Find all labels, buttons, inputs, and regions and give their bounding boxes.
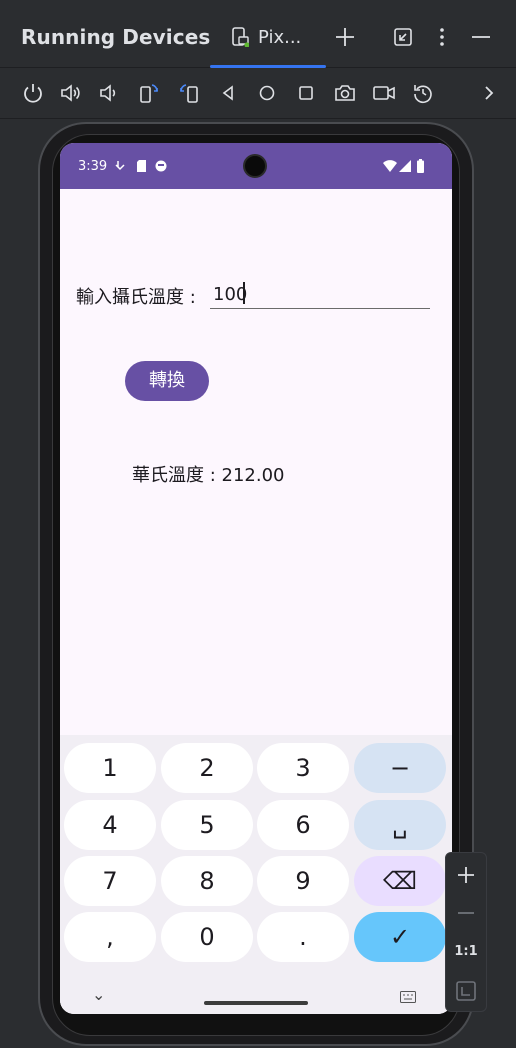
key-comma[interactable]: ,: [64, 912, 156, 962]
zoom-controls: 1:1: [445, 852, 487, 1012]
camera-icon[interactable]: [333, 81, 357, 105]
volume-up-icon[interactable]: [59, 81, 83, 105]
restore-window-icon[interactable]: [391, 25, 415, 49]
converter-app: 輸入攝氏溫度 : 100 轉換 華氏溫度 : 212.00: [60, 189, 452, 735]
key-2[interactable]: 2: [161, 743, 253, 793]
gesture-navbar: ⌄: [60, 979, 452, 1014]
key-5[interactable]: 5: [161, 800, 253, 850]
wifi-icon: [383, 160, 397, 172]
zoom-in-icon[interactable]: [446, 857, 486, 893]
celsius-input-label: 輸入攝氏溫度 :: [76, 287, 196, 308]
tab-pixel-device[interactable]: Pix...: [210, 0, 326, 68]
key-period[interactable]: .: [257, 912, 349, 962]
status-time: 3:39: [78, 159, 108, 174]
key-7[interactable]: 7: [64, 856, 156, 906]
key-done[interactable]: ✓: [354, 912, 446, 962]
window-title: Running Devices: [21, 25, 211, 49]
convert-button[interactable]: 轉換: [125, 361, 209, 401]
key-0[interactable]: 0: [161, 912, 253, 962]
signal-icon: [399, 160, 411, 172]
rotate-left-icon[interactable]: [137, 81, 161, 105]
zoom-out-icon[interactable]: [446, 895, 486, 931]
more-vertical-icon[interactable]: [430, 25, 454, 49]
minimize-icon[interactable]: [469, 25, 493, 49]
status-bar: 3:39: [60, 143, 452, 189]
reset-icon[interactable]: [411, 81, 435, 105]
key-space[interactable]: ␣: [354, 800, 446, 850]
text-cursor: [243, 282, 245, 304]
celsius-input[interactable]: 100: [210, 275, 430, 309]
device-tab-icon: [232, 27, 249, 47]
tab-label: Pix...: [258, 27, 302, 48]
key-1[interactable]: 1: [64, 743, 156, 793]
device-toolbar: [0, 69, 516, 119]
key-backspace[interactable]: ⌫: [354, 856, 446, 906]
chevron-right-icon[interactable]: [477, 81, 501, 105]
power-icon[interactable]: [21, 81, 45, 105]
key-4[interactable]: 4: [64, 800, 156, 850]
app-notification-icon: [155, 160, 167, 172]
fit-screen-icon[interactable]: [446, 973, 486, 1009]
sd-card-icon: [137, 160, 146, 172]
home-icon[interactable]: [255, 81, 279, 105]
front-camera: [243, 154, 267, 178]
active-tab-indicator: [210, 65, 326, 68]
gesture-handle[interactable]: [204, 1001, 308, 1005]
rotate-right-icon[interactable]: [177, 81, 201, 105]
key-3[interactable]: 3: [257, 743, 349, 793]
back-icon[interactable]: [216, 81, 240, 105]
key-8[interactable]: 8: [161, 856, 253, 906]
record-icon[interactable]: [372, 81, 396, 105]
notification-icon: [115, 161, 125, 171]
plus-icon[interactable]: [333, 25, 357, 49]
keyboard-switch-icon[interactable]: [400, 991, 416, 1003]
key-9[interactable]: 9: [257, 856, 349, 906]
battery-icon: [417, 159, 424, 173]
key-6[interactable]: 6: [257, 800, 349, 850]
fahrenheit-result: 華氏溫度 : 212.00: [132, 465, 285, 486]
zoom-actual-size[interactable]: 1:1: [446, 934, 486, 970]
phone-screen[interactable]: 3:39 輸入攝氏溫度 : 100 轉換 華氏溫度 : 212.00 1 2 3…: [60, 143, 452, 1014]
volume-down-icon[interactable]: [97, 81, 121, 105]
overview-icon[interactable]: [294, 81, 318, 105]
hide-keyboard-chevron-icon[interactable]: ⌄: [92, 985, 105, 1004]
key-minus[interactable]: −: [354, 743, 446, 793]
running-devices-header: Running Devices Pix...: [0, 0, 516, 68]
numeric-keyboard: 1 2 3 − 4 5 6 ␣ 7 8 9 ⌫ , 0 . ✓: [60, 735, 452, 1014]
